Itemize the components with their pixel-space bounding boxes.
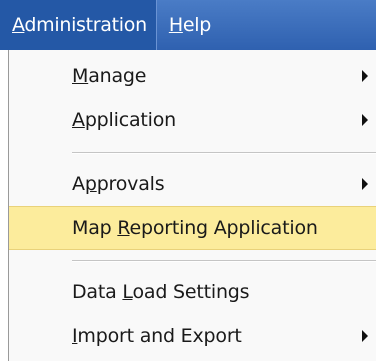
- menu-administration-label: Administration: [12, 14, 147, 36]
- menu-item-application-label: Application: [72, 109, 176, 131]
- menu-item-data-load-settings[interactable]: Data Load Settings: [9, 270, 376, 314]
- menu-item-manage-label: Manage: [72, 65, 147, 87]
- menu-separator: [72, 152, 376, 154]
- menu-separator: [72, 260, 376, 262]
- menu-item-map-reporting-application-label: Map Reporting Application: [72, 217, 318, 239]
- menu-help[interactable]: Help: [157, 0, 221, 50]
- submenu-arrow-icon: [362, 330, 368, 342]
- submenu-arrow-icon: [362, 70, 368, 82]
- menu-item-import-and-export[interactable]: Import and Export: [9, 314, 376, 358]
- submenu-arrow-icon: [362, 114, 368, 126]
- menu-item-data-load-settings-label: Data Load Settings: [72, 281, 250, 303]
- menu-item-approvals-label: Approvals: [72, 173, 165, 195]
- administration-dropdown: Manage Application Approvals Map Reporti…: [8, 50, 376, 361]
- submenu-arrow-icon: [362, 178, 368, 190]
- menu-administration[interactable]: Administration: [0, 0, 157, 50]
- menu-item-approvals[interactable]: Approvals: [9, 162, 376, 206]
- menu-item-import-and-export-label: Import and Export: [72, 325, 242, 347]
- menu-item-map-reporting-application[interactable]: Map Reporting Application: [9, 206, 376, 250]
- menu-bar: Administration Help: [0, 0, 376, 50]
- menu-item-application[interactable]: Application: [9, 98, 376, 142]
- menu-help-label: Help: [168, 14, 211, 36]
- menu-item-manage[interactable]: Manage: [9, 54, 376, 98]
